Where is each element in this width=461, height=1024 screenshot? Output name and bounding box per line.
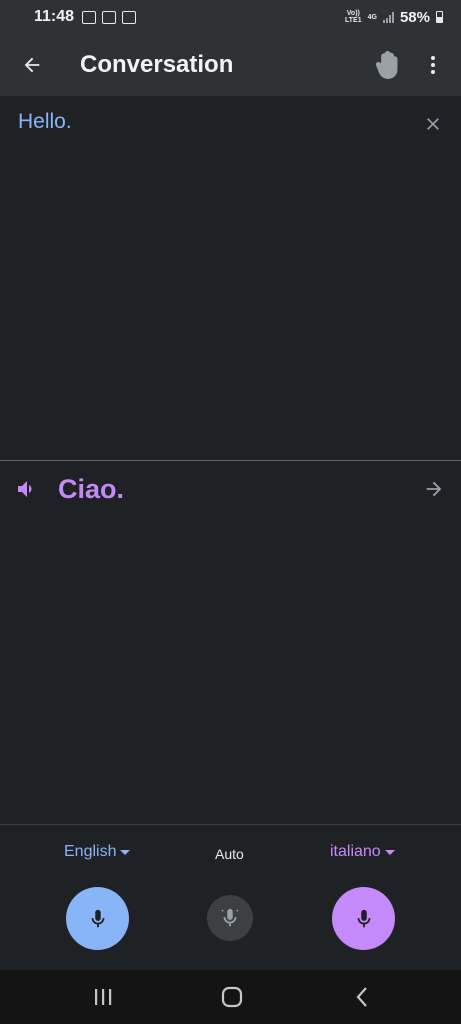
hand-button[interactable] — [369, 45, 405, 85]
auto-mode-label: Auto — [215, 846, 244, 862]
translated-text: Ciao. — [58, 474, 125, 504]
battery-percent: 58% — [399, 8, 430, 26]
source-language-label: English — [64, 843, 117, 860]
youtube-icon — [102, 10, 117, 24]
status-right: Vo)) LTE1 4G 58% — [345, 9, 443, 26]
conversation-controls: English Auto italiano — [0, 824, 461, 970]
network-type: 4G — [367, 13, 377, 21]
target-language-selector[interactable]: italiano — [330, 843, 395, 861]
arrow-forward-icon — [426, 481, 442, 497]
system-nav-bar — [0, 970, 461, 1024]
source-language-selector[interactable]: English — [64, 843, 131, 861]
arrow-back-icon — [24, 57, 40, 73]
more-options-button[interactable] — [415, 45, 451, 85]
auto-mic-button[interactable] — [207, 895, 253, 941]
volte-indicator: Vo)) LTE1 — [345, 10, 362, 24]
italian-mic-button[interactable] — [332, 887, 395, 950]
home-icon — [221, 986, 243, 1008]
mic-icon — [91, 909, 104, 927]
mic-icon — [357, 909, 370, 927]
target-pane[interactable]: Ciao. — [0, 461, 461, 824]
signal-icon — [382, 11, 394, 23]
system-back-button[interactable] — [342, 980, 382, 1014]
recents-button[interactable] — [83, 980, 123, 1014]
back-button[interactable] — [12, 45, 52, 85]
status-bar: 11:48 Vo)) LTE1 4G 58% — [0, 0, 461, 34]
hand-icon — [375, 51, 398, 79]
source-pane[interactable]: Hello. — [0, 96, 461, 460]
clear-button[interactable] — [419, 110, 447, 138]
target-language-label: italiano — [330, 843, 381, 860]
battery-icon — [436, 11, 443, 23]
home-button[interactable] — [212, 980, 252, 1014]
english-mic-button[interactable] — [66, 887, 129, 950]
gallery-icon — [82, 10, 97, 24]
source-text: Hello. — [18, 110, 72, 133]
translate-notification-icon — [122, 10, 137, 24]
more-vert-icon — [431, 56, 435, 74]
page-title: Conversation — [80, 51, 234, 78]
volume-icon — [18, 481, 32, 497]
app-bar: Conversation — [0, 34, 461, 96]
open-translation-button[interactable] — [421, 476, 447, 502]
status-time: 11:48 — [34, 8, 75, 25]
auto-mic-icon — [221, 908, 239, 927]
dropdown-caret-icon — [384, 849, 395, 855]
speak-translation-button[interactable] — [14, 476, 40, 502]
close-icon — [427, 118, 439, 130]
recents-icon — [95, 989, 112, 1005]
status-notification-icons — [82, 10, 137, 24]
dropdown-caret-icon — [120, 849, 131, 855]
chevron-left-icon — [356, 987, 367, 1007]
